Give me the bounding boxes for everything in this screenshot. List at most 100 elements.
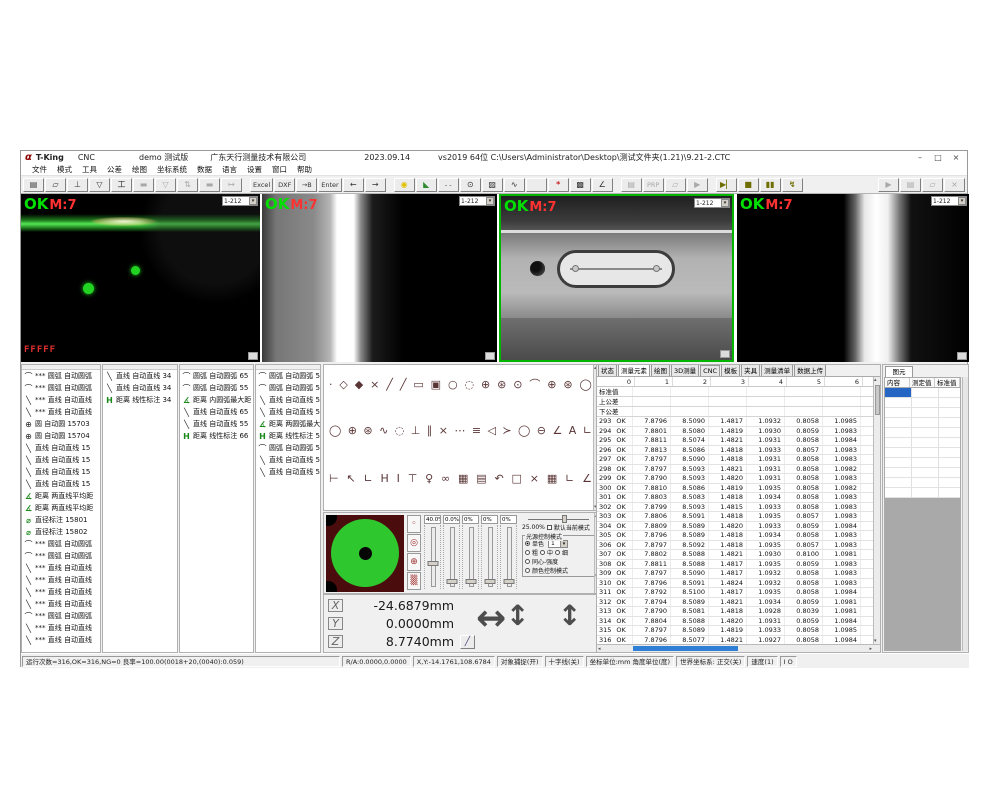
table-row[interactable]: 312OK 7.8794 8.5089 1.4821 1.0934 0.8059… xyxy=(597,598,880,608)
tool-icon[interactable]: ↖ xyxy=(346,472,355,485)
camera-range-dropdown[interactable]: 1-212 xyxy=(694,198,730,208)
measure-item[interactable]: ╲直线 自动直线 55 xyxy=(256,406,320,418)
resize-handle-icon[interactable] xyxy=(957,352,967,360)
tool-icon[interactable]: ○ xyxy=(448,378,458,391)
stop-button[interactable]: ■ xyxy=(738,178,759,192)
pattern-button[interactable]: ▨ xyxy=(482,178,503,192)
tool-icon[interactable]: ∠ xyxy=(582,472,592,485)
measure-item[interactable]: ∡距离 内圆弧最大距 xyxy=(180,394,253,406)
measure-item[interactable]: ∡距离 两直线平均距 xyxy=(22,502,100,514)
save-button[interactable]: ▤ xyxy=(23,178,44,192)
cut-button[interactable]: × xyxy=(944,178,965,192)
light-segment-button[interactable]: ▒ xyxy=(407,572,421,590)
measure-item[interactable]: ⌀直径标注 15802 xyxy=(22,526,100,538)
camera-view-4[interactable]: OKM:7 1-212 xyxy=(737,194,969,362)
tool-icon[interactable]: × xyxy=(530,472,539,485)
toolbar-sep[interactable] xyxy=(243,178,249,192)
table-row[interactable]: 294OK 7.8801 8.5080 1.4819 1.0930 0.8059… xyxy=(597,427,880,437)
measure-item[interactable]: ⌀直径标注 15801 xyxy=(22,514,100,526)
measure-item[interactable]: ╲直线 自动直线 15 xyxy=(22,478,100,490)
curve-button[interactable]: ∿ xyxy=(504,178,525,192)
measure-item[interactable]: H距离 线性标注 34 xyxy=(103,394,177,406)
menu-item[interactable]: 数据 xyxy=(192,164,217,175)
checkbox[interactable] xyxy=(547,525,552,530)
measure-item[interactable]: ╲*** 直线 自动直线 xyxy=(22,634,100,646)
menu-item[interactable]: 语言 xyxy=(217,164,242,175)
radio-button[interactable] xyxy=(540,550,545,555)
measure-item[interactable]: ╲直线 自动直线 15 xyxy=(22,442,100,454)
measure-item[interactable]: ⌒圆弧 自动圆弧 55 xyxy=(256,442,320,454)
lens-button[interactable]: ▽ xyxy=(89,178,110,192)
radio-button[interactable] xyxy=(525,559,530,564)
report-button[interactable]: →B xyxy=(296,178,317,192)
table-row[interactable]: 293OK 7.8796 8.5090 1.4817 1.0932 0.8058… xyxy=(597,417,880,427)
focus-button[interactable]: ⇅ xyxy=(177,178,198,192)
measure-item[interactable]: ⌒圆弧 自动圆弧 55 xyxy=(180,382,253,394)
slider-track[interactable] xyxy=(443,525,460,589)
tool-icon[interactable]: ≻ xyxy=(502,424,511,437)
tool-icon[interactable]: ∥ xyxy=(427,424,433,437)
menu-item[interactable]: 窗口 xyxy=(267,164,292,175)
resize-handle-icon[interactable] xyxy=(248,352,258,360)
pause-button[interactable]: ▮▮ xyxy=(760,178,781,192)
tool-icon[interactable]: ▦ xyxy=(458,472,468,485)
block-button[interactable]: ▬ xyxy=(133,178,154,192)
table-tab[interactable]: 3D测量 xyxy=(671,364,699,376)
tolerance-row[interactable]: 上公差 xyxy=(597,397,880,407)
measure-item[interactable]: ∡距离 两直线平均距 xyxy=(22,490,100,502)
table-row[interactable]: 306OK 7.8797 8.5092 1.4818 1.0935 0.8057… xyxy=(597,541,880,551)
slider-track[interactable] xyxy=(481,525,498,589)
slider-track[interactable] xyxy=(424,525,441,589)
tool-icon[interactable]: ⋯ xyxy=(454,424,465,437)
slider-track[interactable] xyxy=(462,525,479,589)
jog-z-icon[interactable]: ↕ xyxy=(558,601,581,631)
column-button[interactable]: 工 xyxy=(111,178,132,192)
arrow-left-button[interactable]: ← xyxy=(343,178,364,192)
table-row[interactable]: 295OK 7.8811 8.5074 1.4821 1.0931 0.8058… xyxy=(597,436,880,446)
ring-light-preview[interactable] xyxy=(326,515,404,592)
menu-item[interactable]: 模式 xyxy=(52,164,77,175)
measure-item[interactable]: H距离 线性标注 66 xyxy=(180,430,253,442)
slider-thumb[interactable] xyxy=(446,579,457,584)
table-tab[interactable]: 绘图 xyxy=(651,364,670,376)
tool-icon[interactable]: ⌒ xyxy=(529,376,540,392)
chart-button[interactable]: ∠ xyxy=(592,178,613,192)
measure-item[interactable]: ∡距离 两圆弧最大距 xyxy=(256,418,320,430)
measure-item[interactable]: ╲*** 直线 自动直线 xyxy=(22,406,100,418)
measure-item[interactable]: ⌒圆弧 自动圆弧 65 xyxy=(180,370,253,382)
tool-icon[interactable]: ≡ xyxy=(472,424,481,437)
arrow-right-button[interactable]: → xyxy=(365,178,386,192)
tool-icon[interactable]: ⊢ xyxy=(329,472,339,485)
measure-item[interactable]: ⌒*** 圆弧 自动圆弧 xyxy=(22,550,100,562)
measure-item[interactable]: ⊕圆 自动圆 15703 xyxy=(22,418,100,430)
excel-button[interactable]: Excel xyxy=(250,178,273,192)
light-segment-button[interactable]: ◎ xyxy=(407,534,421,552)
slider-thumb[interactable] xyxy=(503,579,514,584)
table-row[interactable]: 304OK 7.8809 8.5089 1.4820 1.0933 0.8059… xyxy=(597,522,880,532)
measure-item[interactable]: ⌒*** 圆弧 自动圆弧 xyxy=(22,370,100,382)
camera-view-2[interactable]: OKM:7 1-212 xyxy=(262,194,497,362)
tool-icon[interactable]: I xyxy=(397,472,400,485)
slider-track[interactable] xyxy=(500,525,517,589)
tool-icon[interactable]: A xyxy=(569,424,577,437)
tool-icon[interactable]: ⊕ xyxy=(481,378,490,391)
minimize-button[interactable]: – xyxy=(915,153,925,162)
tool-icon[interactable]: ∟ xyxy=(363,472,372,485)
measure-item[interactable]: ╲直线 自动直线 34 xyxy=(103,382,177,394)
resize-handle-icon[interactable] xyxy=(720,350,730,358)
tool-icon[interactable]: ∠ xyxy=(552,424,562,437)
tool-icon[interactable]: × xyxy=(439,424,448,437)
play-to-end-button[interactable]: ▶▏ xyxy=(716,178,737,192)
tool-icon[interactable]: ∿ xyxy=(379,424,388,437)
selected-cell[interactable] xyxy=(885,388,911,397)
measure-item[interactable]: ⌒圆弧 自动圆弧 55 xyxy=(256,382,320,394)
camera-range-dropdown[interactable]: 1-212 xyxy=(459,196,495,206)
measure-item[interactable]: ╲*** 直线 自动直线 xyxy=(22,586,100,598)
measure-item[interactable]: ╲直线 自动直线 15 xyxy=(22,466,100,478)
table-tab[interactable]: CNC xyxy=(700,365,720,376)
menu-item[interactable]: 工具 xyxy=(77,164,102,175)
folder2-button[interactable]: ▱ xyxy=(922,178,943,192)
tolerance-row[interactable]: 下公差 xyxy=(597,407,880,417)
tool-icon[interactable]: ⊙ xyxy=(513,378,522,391)
stage-button[interactable]: ⊥ xyxy=(67,178,88,192)
